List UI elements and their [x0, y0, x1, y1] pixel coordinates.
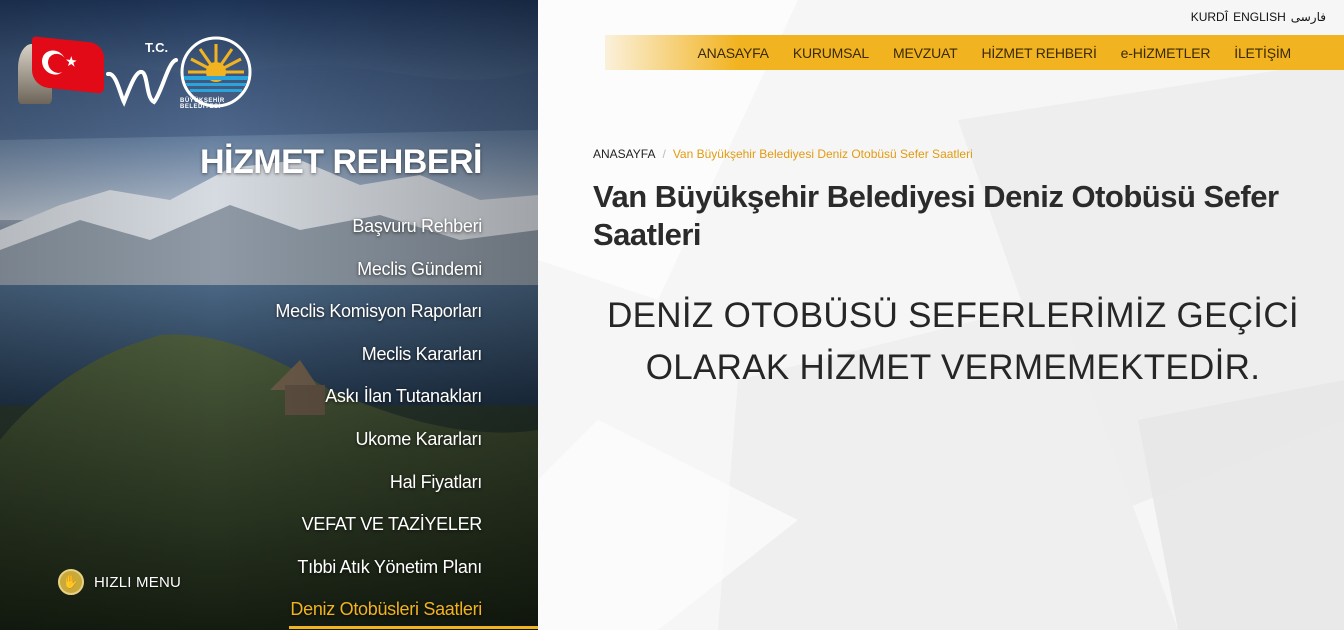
logo-tc-text: T.C.: [145, 40, 169, 55]
nav-anasayfa[interactable]: ANASAYFA: [698, 45, 769, 61]
sidebar-item-basvuru-rehberi[interactable]: Başvuru Rehberi: [275, 205, 482, 248]
turkish-flag-icon: ★: [32, 36, 104, 94]
main-content: KURDÎ ENGLISH فارسی ANASAYFA KURUMSAL ME…: [538, 0, 1344, 630]
sidebar-item-ukome-kararlari[interactable]: Ukome Kararları: [275, 418, 482, 461]
sidebar-item-hal-fiyatlari[interactable]: Hal Fiyatları: [275, 461, 482, 504]
logo[interactable]: ★ T.C. BÜYÜKŞEHİR BELEDİYESİ: [10, 32, 260, 112]
sidebar-item-tibbi-atik[interactable]: Tıbbi Atık Yönetim Planı: [275, 546, 482, 589]
sidebar-item-aski-ilan-tutanaklari[interactable]: Askı İlan Tutanakları: [275, 375, 482, 418]
breadcrumb: ANASAYFA / Van Büyükşehir Belediyesi Den…: [593, 147, 973, 161]
notice-line-2: OLARAK HİZMET VERMEMEKTEDİR.: [645, 348, 1261, 387]
sidebar-item-vefat-ve-taziyeler[interactable]: VEFAT VE TAZİYELER: [275, 503, 483, 546]
language-switcher: KURDÎ ENGLISH فارسی: [1191, 10, 1326, 24]
active-item-underline: [289, 626, 538, 629]
lang-kurdi[interactable]: KURDÎ: [1191, 10, 1228, 24]
sidebar-item-meclis-kararlari[interactable]: Meclis Kararları: [275, 333, 483, 376]
nav-e-hizmetler[interactable]: e-HİZMETLER: [1121, 45, 1211, 61]
service-notice: DENİZ OTOBÜSÜ SEFERLERİMİZ GEÇİCİ OLARAK…: [588, 290, 1318, 394]
sidebar-item-deniz-otobusleri[interactable]: Deniz Otobüsleri Saatleri: [275, 588, 482, 630]
nav-iletisim[interactable]: İLETİŞİM: [1234, 45, 1291, 61]
sidebar-menu: Başvuru Rehberi Meclis Gündemi Meclis Ko…: [275, 205, 482, 630]
nav-mevzuat[interactable]: MEVZUAT: [893, 45, 958, 61]
breadcrumb-current: Van Büyükşehir Belediyesi Deniz Otobüsü …: [672, 147, 973, 161]
sidebar-item-meclis-komisyon-raporlari[interactable]: Meclis Komisyon Raporları: [275, 290, 482, 333]
quick-menu-button[interactable]: ✋ HIZLI MENU: [58, 569, 181, 595]
breadcrumb-separator: /: [662, 147, 666, 161]
lang-farsi[interactable]: فارسی: [1291, 10, 1326, 24]
notice-line-1: DENİZ OTOBÜSÜ SEFERLERİMİZ GEÇİCİ: [607, 296, 1299, 335]
sidebar: ★ T.C. BÜYÜKŞEHİR BELEDİYESİ HİZMET REHB…: [0, 0, 538, 630]
sidebar-item-meclis-gundemi[interactable]: Meclis Gündemi: [275, 248, 482, 291]
quick-menu-label: HIZLI MENU: [94, 573, 182, 591]
page-title: Van Büyükşehir Belediyesi Deniz Otobüsü …: [593, 179, 1279, 252]
logo-org-text: BÜYÜKŞEHİR BELEDİYESİ: [180, 98, 225, 110]
nav-kurumsal[interactable]: KURUMSAL: [793, 45, 869, 61]
top-nav: ANASAYFA KURUMSAL MEVZUAT HİZMET REHBERİ…: [605, 35, 1344, 70]
hand-icon: ✋: [58, 569, 84, 595]
lang-english[interactable]: ENGLISH: [1233, 10, 1286, 24]
breadcrumb-home[interactable]: ANASAYFA: [593, 147, 655, 161]
section-title: HİZMET REHBERİ: [200, 143, 483, 181]
nav-hizmet-rehberi[interactable]: HİZMET REHBERİ: [981, 45, 1096, 61]
